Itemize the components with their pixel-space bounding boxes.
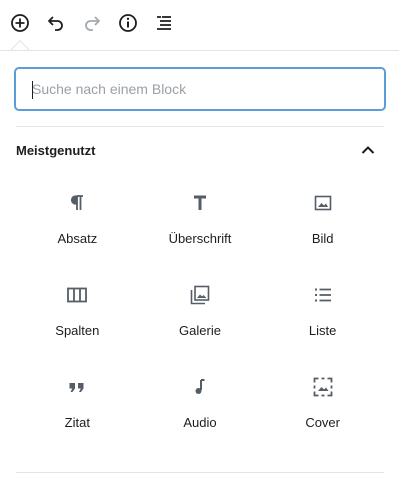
block-item-audio[interactable]: Audio (139, 363, 262, 455)
undo-button[interactable] (43, 9, 69, 37)
image-icon (311, 191, 335, 215)
redo-button[interactable] (79, 9, 105, 37)
divider (16, 126, 384, 127)
paragraph-icon (65, 191, 89, 215)
outline-button[interactable] (151, 9, 177, 37)
text-caret (32, 81, 33, 99)
block-item-absatz[interactable]: Absatz (16, 179, 139, 271)
block-label: Absatz (57, 231, 98, 246)
block-label: Bild (311, 231, 334, 246)
block-item-liste[interactable]: Liste (261, 271, 384, 363)
divider (16, 472, 384, 473)
undo-icon (48, 16, 63, 31)
list-icon (311, 283, 335, 307)
gallery-icon (188, 283, 212, 307)
block-label: Liste (308, 323, 337, 338)
block-label: Spalten (55, 323, 100, 338)
cover-icon (311, 375, 335, 399)
block-label: Überschrift (168, 231, 232, 246)
info-button[interactable] (115, 9, 141, 37)
heading-icon (188, 191, 212, 215)
block-inserter-popover: Meistgenutzt Absatz Überschrift (0, 50, 399, 484)
block-item-zitat[interactable]: Zitat (16, 363, 139, 455)
chevron-up-icon (358, 140, 378, 160)
columns-icon (65, 283, 89, 307)
block-item-galerie[interactable]: Galerie (139, 271, 262, 363)
block-item-bild[interactable]: Bild (261, 179, 384, 271)
plus-circle-icon (11, 14, 29, 32)
editor-toolbar (0, 0, 399, 48)
block-search (15, 68, 385, 110)
block-label: Cover (305, 415, 340, 430)
add-block-button[interactable] (7, 9, 33, 37)
block-label: Galerie (179, 323, 221, 338)
block-item-ueberschrift[interactable]: Überschrift (139, 179, 262, 271)
info-icon (119, 14, 137, 32)
redo-icon (85, 16, 100, 31)
audio-icon (188, 375, 212, 399)
block-label: Zitat (64, 415, 90, 430)
block-list: Absatz Überschrift Bild Spalten Galerie … (16, 179, 384, 455)
block-item-spalten[interactable]: Spalten (16, 271, 139, 363)
block-item-cover[interactable]: Cover (261, 363, 384, 455)
block-label: Audio (183, 415, 217, 430)
panel-toggle[interactable]: Meistgenutzt (16, 135, 384, 165)
quote-icon (65, 375, 89, 399)
panel-title: Meistgenutzt (16, 142, 96, 158)
block-search-input[interactable] (16, 69, 384, 109)
list-view-icon (157, 16, 171, 30)
